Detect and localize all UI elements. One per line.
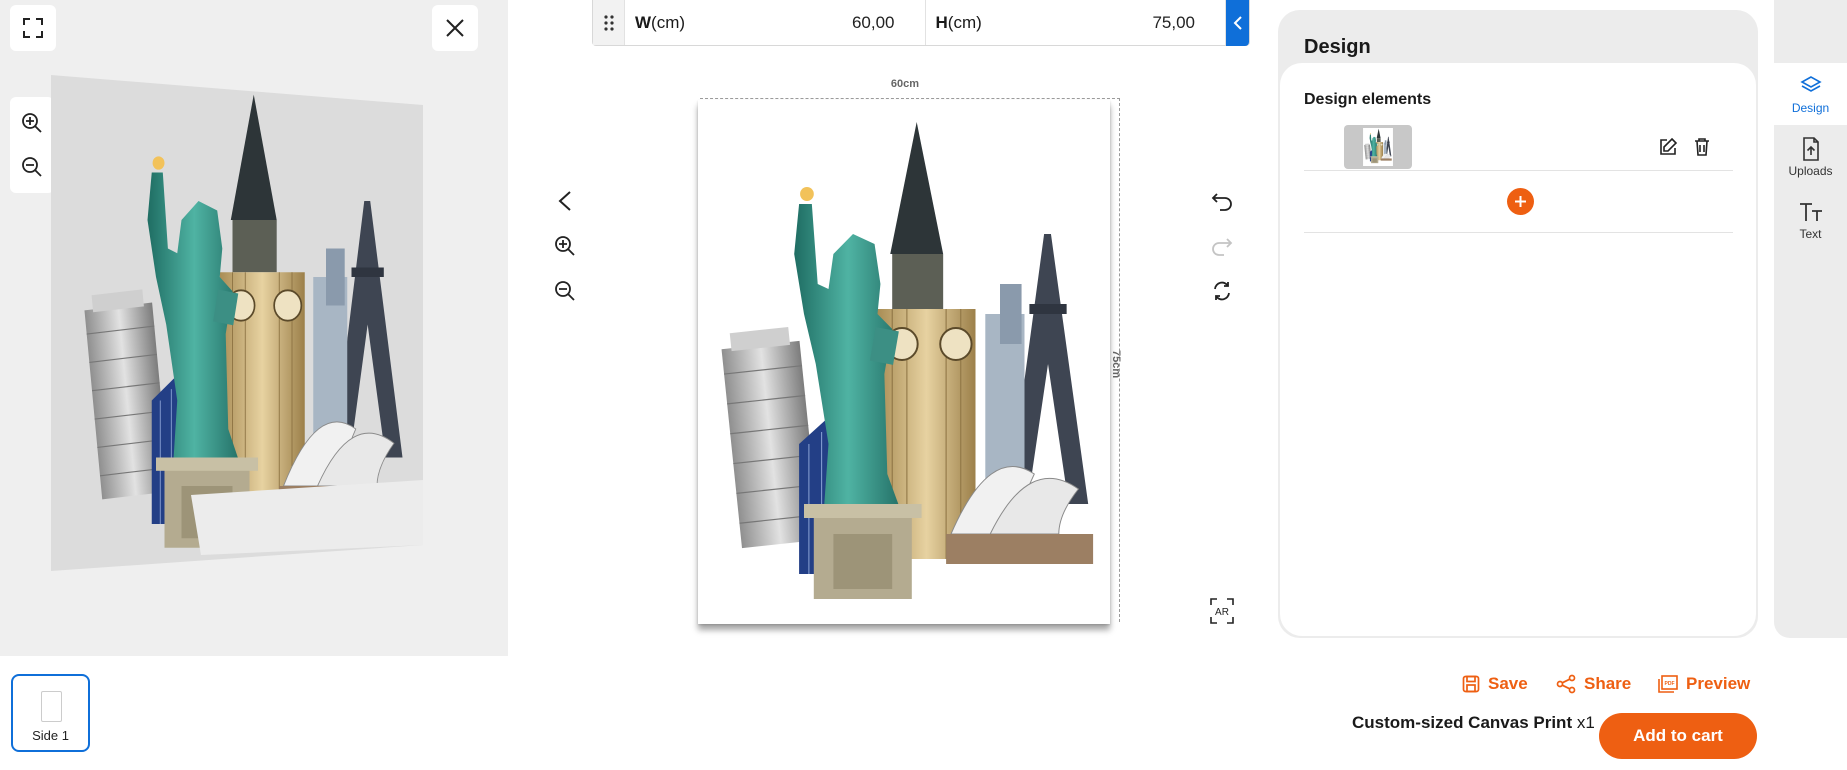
design-elements-section: Design elements bbox=[1280, 63, 1756, 636]
save-icon bbox=[1462, 675, 1480, 693]
canvas-zoom-in-button[interactable] bbox=[547, 228, 583, 264]
rail-item-design[interactable]: Design bbox=[1774, 63, 1847, 125]
rotate-icon bbox=[1214, 281, 1230, 301]
plus-icon bbox=[1515, 196, 1526, 207]
edit-icon bbox=[1660, 137, 1678, 155]
trash-icon bbox=[1695, 138, 1709, 156]
canvas-3d-mockup bbox=[51, 75, 423, 571]
edit-element-button[interactable] bbox=[1654, 133, 1682, 161]
canvas-print-area[interactable] bbox=[698, 100, 1110, 624]
product-summary: Custom-sized Canvas Print x1 bbox=[1352, 713, 1595, 733]
add-element-row bbox=[1304, 171, 1733, 233]
fullscreen-icon bbox=[23, 18, 43, 38]
ar-icon: AR bbox=[1210, 598, 1234, 624]
save-button[interactable]: Save bbox=[1462, 674, 1528, 694]
svg-text:PDF: PDF bbox=[1665, 681, 1675, 687]
zoom-in-icon bbox=[555, 236, 575, 256]
zoom-out-icon bbox=[22, 157, 42, 177]
side-label: Side 1 bbox=[32, 728, 69, 743]
share-icon bbox=[1556, 674, 1576, 694]
delete-element-button[interactable] bbox=[1688, 133, 1716, 161]
design-image[interactable] bbox=[698, 100, 1110, 624]
design-panel-title: Design bbox=[1304, 36, 1371, 58]
canvas-width-label: 60cm bbox=[890, 78, 920, 90]
product-name: Custom-sized Canvas Print bbox=[1352, 713, 1573, 732]
preview-zoom-out-button[interactable] bbox=[10, 145, 54, 189]
zoom-out-icon bbox=[555, 281, 575, 301]
design-element-row[interactable] bbox=[1304, 115, 1733, 171]
side-1-thumbnail[interactable]: Side 1 bbox=[11, 674, 90, 752]
pdf-preview-icon: PDF bbox=[1658, 675, 1678, 693]
rail-item-uploads[interactable]: Uploads bbox=[1774, 126, 1847, 188]
design-panel: Design Design elements bbox=[1278, 10, 1758, 638]
design-elements-heading: Design elements bbox=[1304, 91, 1432, 108]
zoom-in-icon bbox=[22, 113, 42, 133]
preview-button[interactable]: PDF Preview bbox=[1658, 674, 1750, 694]
collapse-dimensions-button[interactable] bbox=[1226, 0, 1249, 46]
canvas-zoom-out-button[interactable] bbox=[547, 273, 583, 309]
height-field[interactable]: H(cm) 75,00 bbox=[926, 0, 1226, 45]
redo-icon bbox=[1212, 238, 1233, 256]
close-icon bbox=[446, 19, 464, 37]
preview-zoom-controls bbox=[10, 97, 54, 193]
rail-item-label: Uploads bbox=[1788, 164, 1833, 178]
canvas-height-label: 75cm bbox=[1110, 350, 1122, 379]
share-label: Share bbox=[1584, 674, 1632, 693]
add-to-cart-button[interactable]: Add to cart bbox=[1599, 713, 1757, 759]
svg-text:AR: AR bbox=[1215, 607, 1229, 618]
side-page-icon bbox=[41, 691, 62, 722]
add-element-button[interactable] bbox=[1507, 188, 1534, 215]
element-thumbnail-image bbox=[1363, 128, 1393, 166]
chevron-left-icon bbox=[1233, 15, 1242, 30]
save-label: Save bbox=[1488, 674, 1528, 693]
preview-label: Preview bbox=[1686, 674, 1751, 693]
rail-item-text[interactable]: Text bbox=[1774, 189, 1847, 251]
undo-icon bbox=[1211, 193, 1232, 211]
right-rail: Design Uploads Text bbox=[1774, 0, 1847, 638]
3d-preview-panel bbox=[0, 0, 508, 656]
drag-handle[interactable] bbox=[593, 0, 625, 45]
chevron-left-icon bbox=[558, 191, 571, 211]
width-field[interactable]: W(cm) 60,00 bbox=[625, 0, 926, 45]
rail-item-label: Design bbox=[1791, 101, 1830, 115]
text-icon bbox=[1798, 199, 1824, 225]
height-label: H(cm) bbox=[935, 12, 982, 32]
ar-view-button[interactable]: AR bbox=[1204, 593, 1240, 629]
drag-handle-icon bbox=[603, 14, 614, 31]
preview-zoom-in-button[interactable] bbox=[10, 101, 54, 145]
close-button[interactable] bbox=[432, 5, 478, 51]
fullscreen-button[interactable] bbox=[10, 5, 56, 51]
rotate-button[interactable] bbox=[1204, 273, 1240, 309]
product-quantity: x1 bbox=[1576, 713, 1595, 732]
share-button[interactable]: Share bbox=[1556, 674, 1631, 694]
redo-button[interactable] bbox=[1204, 228, 1240, 264]
rail-item-label: Text bbox=[1799, 227, 1822, 241]
back-button[interactable] bbox=[547, 183, 583, 219]
dimension-bar: W(cm) 60,00 H(cm) 75,00 bbox=[592, 0, 1250, 46]
layers-icon bbox=[1799, 73, 1822, 99]
width-value[interactable]: 60,00 bbox=[852, 13, 915, 33]
upload-icon bbox=[1801, 136, 1821, 162]
height-value[interactable]: 75,00 bbox=[1152, 13, 1215, 33]
width-label: W(cm) bbox=[635, 12, 686, 32]
undo-button[interactable] bbox=[1204, 183, 1240, 219]
design-element-thumbnail[interactable] bbox=[1344, 125, 1412, 169]
